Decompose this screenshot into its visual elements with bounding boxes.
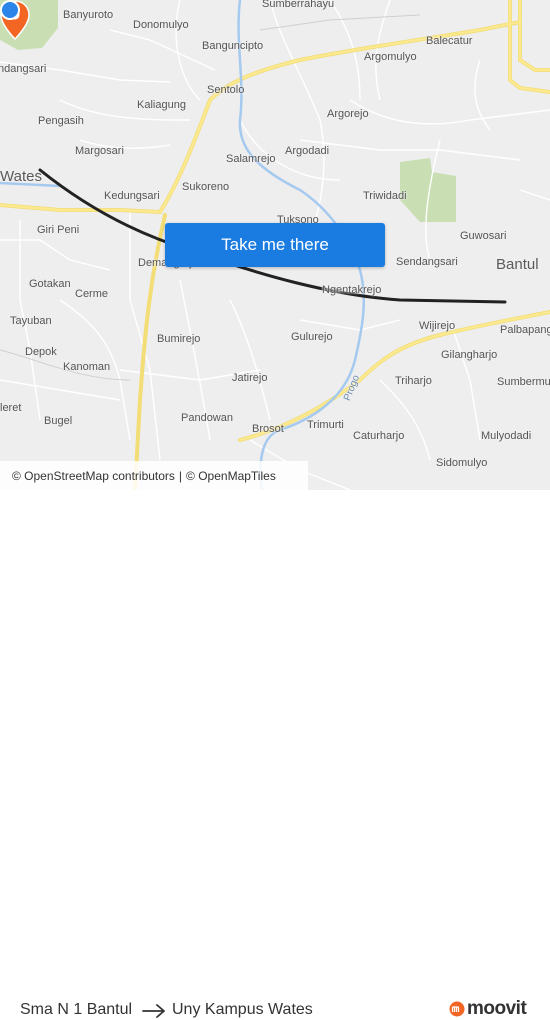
place-label: Trimurti xyxy=(307,419,344,431)
place-label: Banguncipto xyxy=(202,40,264,52)
origin-location-icon[interactable] xyxy=(0,0,20,20)
moovit-logo: moovit xyxy=(449,998,534,1020)
place-label: Bugel xyxy=(44,415,73,427)
place-label: Tayuban xyxy=(10,315,52,327)
place-label: Depok xyxy=(25,346,57,358)
place-label: Pengasih xyxy=(38,115,84,127)
place-label: Palbapang xyxy=(500,324,550,336)
place-label: Giri Peni xyxy=(37,224,80,236)
place-label: Banyuroto xyxy=(63,9,114,21)
place-label: Cerme xyxy=(75,288,109,300)
place-label: Argodadi xyxy=(285,145,330,157)
place-label: Sumberrahayu xyxy=(262,0,335,10)
place-label: Bumirejo xyxy=(157,333,201,345)
place-label: Jatirejo xyxy=(232,372,268,384)
place-label: Triwidadi xyxy=(363,190,407,202)
moovit-logo-icon xyxy=(449,1001,465,1017)
place-label: Kanoman xyxy=(63,361,111,373)
place-label: Kaliagung xyxy=(137,99,186,111)
place-label: Salamrejo xyxy=(226,153,276,165)
place-label: Pandowan xyxy=(181,412,233,424)
place-label: ndangsari xyxy=(0,63,47,75)
route-footer: Sma N 1 Bantul Uny Kampus Wates moovit xyxy=(0,490,550,1019)
place-label: Sentolo xyxy=(207,84,245,96)
place-label: Donomulyo xyxy=(133,19,189,31)
map-view[interactable]: Banyuroto Donomulyo Sumberrahayu Bangunc… xyxy=(0,0,550,490)
place-label: Sidomulyo xyxy=(436,457,488,469)
place-label: Triharjo xyxy=(395,375,432,387)
osm-attribution-link[interactable]: © OpenStreetMap contributors xyxy=(12,469,175,483)
map-attribution: © OpenStreetMap contributors | © OpenMap… xyxy=(0,461,308,490)
place-label: Sendangsari xyxy=(396,256,458,268)
place-label: Guwosari xyxy=(460,230,507,242)
place-label: leret xyxy=(0,402,22,414)
tiles-attribution-link[interactable]: © OpenMapTiles xyxy=(186,469,276,483)
place-label: Gotakan xyxy=(29,278,71,290)
place-label: Sukoreno xyxy=(182,181,230,193)
place-label: Balecatur xyxy=(426,35,473,47)
place-label: Wijirejo xyxy=(419,320,456,332)
place-label: Brosot xyxy=(252,423,284,435)
route-origin: Sma N 1 Bantul xyxy=(20,1001,133,1018)
brand-name: moovit xyxy=(467,998,527,1019)
place-label: Mulyodadi xyxy=(481,430,532,442)
place-label-wates: Wates xyxy=(0,168,42,185)
place-label-bantul: Bantul xyxy=(496,256,539,273)
place-label: Argomulyo xyxy=(364,51,417,63)
place-label: Argorejo xyxy=(327,108,369,120)
attribution-separator: | xyxy=(178,468,183,483)
place-label: Gulurejo xyxy=(291,331,333,343)
place-label: Caturharjo xyxy=(353,430,405,442)
place-label: Kedungsari xyxy=(104,190,160,202)
route-destination: Uny Kampus Wates xyxy=(172,1001,313,1018)
take-me-there-button[interactable]: Take me there xyxy=(165,223,385,267)
arrow-right-icon xyxy=(142,1004,165,1018)
place-label: Gilangharjo xyxy=(441,349,498,361)
place-label: Ngentakrejo xyxy=(322,284,382,296)
place-label: Margosari xyxy=(75,145,124,157)
place-label: Sumbermu xyxy=(497,376,550,388)
